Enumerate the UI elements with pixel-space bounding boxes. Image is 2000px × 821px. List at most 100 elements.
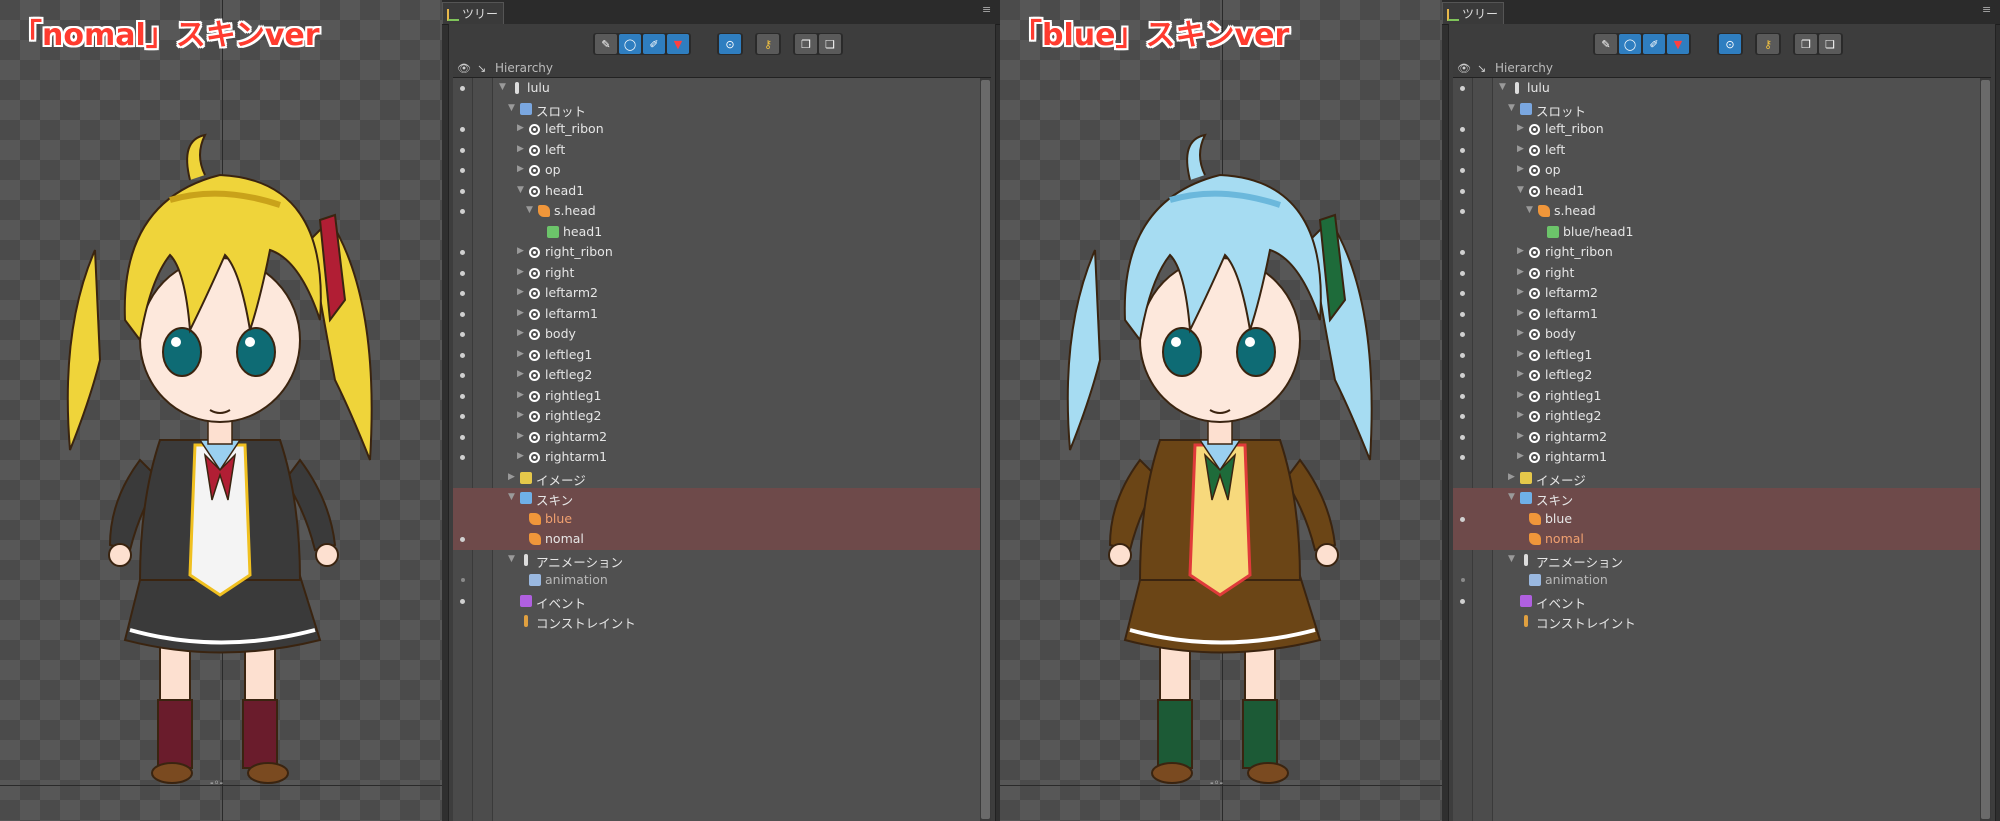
viewport-right[interactable]: -◦- 「blue」スキンver bbox=[1000, 0, 1442, 821]
tree-row[interactable]: ▶ op bbox=[453, 160, 980, 181]
tree-row[interactable]: ▶ body bbox=[453, 324, 980, 345]
visibility-dot[interactable] bbox=[1460, 332, 1465, 337]
tree-body[interactable]: ▼ lulu ▼ スロット ▶ left_ribon ▶ left ▶ op ▼ head1 ▼ s.he… bbox=[453, 78, 991, 821]
expand-arrow-icon[interactable]: ▶ bbox=[1517, 451, 1524, 461]
visibility-dot[interactable] bbox=[460, 373, 465, 378]
target-icon[interactable]: ⊙ bbox=[1719, 34, 1741, 54]
tab-tree[interactable]: ツリー bbox=[1442, 2, 1504, 24]
collapse-arrow-icon[interactable]: ▼ bbox=[508, 492, 515, 502]
expand-arrow-icon[interactable]: ▶ bbox=[517, 267, 524, 277]
tree-row[interactable]: ▶ leftarm1 bbox=[1453, 304, 1980, 325]
tree-row[interactable]: ▶ rightarm1 bbox=[1453, 447, 1980, 468]
pencil-icon[interactable]: ✐ bbox=[643, 34, 665, 54]
tree-body[interactable]: ▼ lulu ▼ スロット ▶ left_ribon ▶ left ▶ op ▼ head1 ▼ s.he… bbox=[1453, 78, 1991, 821]
scroll-thumb[interactable] bbox=[1981, 80, 1990, 819]
visibility-dot[interactable] bbox=[460, 270, 465, 276]
paste-icon[interactable]: ❏ bbox=[1819, 34, 1841, 54]
bone-icon[interactable]: ↘ bbox=[1477, 62, 1486, 75]
visibility-dot[interactable] bbox=[460, 537, 465, 542]
menu-icon[interactable]: ≡ bbox=[1982, 4, 1992, 16]
collapse-arrow-icon[interactable]: ▼ bbox=[508, 554, 515, 564]
tree-row[interactable]: コンストレイント bbox=[1453, 611, 1980, 632]
expand-arrow-icon[interactable]: ▶ bbox=[517, 349, 524, 359]
tree-row[interactable]: イベント bbox=[453, 591, 980, 612]
visibility-dot[interactable] bbox=[1460, 311, 1465, 317]
visibility-dot[interactable] bbox=[460, 598, 465, 604]
collapse-arrow-icon[interactable]: ▼ bbox=[499, 82, 506, 92]
copy-icon[interactable]: ❐ bbox=[795, 34, 817, 54]
tree-row[interactable]: nomal bbox=[453, 529, 980, 550]
tree-row[interactable]: ▼ スキン bbox=[1453, 488, 1980, 509]
collapse-arrow-icon[interactable]: ▼ bbox=[526, 205, 533, 215]
visibility-dot[interactable] bbox=[460, 434, 465, 440]
visibility-dot[interactable] bbox=[461, 578, 465, 582]
visibility-dot[interactable] bbox=[1460, 516, 1465, 522]
visibility-dot[interactable] bbox=[1460, 270, 1465, 276]
collapse-arrow-icon[interactable]: ▼ bbox=[508, 103, 515, 113]
visibility-dot[interactable] bbox=[1461, 578, 1465, 582]
visibility-dot[interactable] bbox=[460, 147, 465, 153]
tree-row[interactable]: ▶ leftarm2 bbox=[1453, 283, 1980, 304]
visibility-dot[interactable] bbox=[460, 250, 465, 255]
visibility-dot[interactable] bbox=[1460, 352, 1465, 358]
expand-arrow-icon[interactable]: ▶ bbox=[517, 246, 524, 256]
tree-row[interactable]: ▶ leftleg2 bbox=[453, 365, 980, 386]
visibility-dot[interactable] bbox=[1460, 127, 1465, 132]
tree-row[interactable]: ▼ s.head bbox=[1453, 201, 1980, 222]
expand-arrow-icon[interactable]: ▶ bbox=[1517, 246, 1524, 256]
visibility-dot[interactable] bbox=[1460, 250, 1465, 255]
viewport-left[interactable]: -◦- 「nomal」スキンver bbox=[0, 0, 442, 821]
tree-row[interactable]: ▶ rightleg1 bbox=[453, 386, 980, 407]
tree-row[interactable]: ▶ rightleg2 bbox=[453, 406, 980, 427]
tree-row[interactable]: ▼ head1 bbox=[1453, 181, 1980, 202]
expand-arrow-icon[interactable]: ▶ bbox=[1517, 410, 1524, 420]
tree-row[interactable]: ▶ body bbox=[1453, 324, 1980, 345]
tree-row[interactable]: ▶ rightarm1 bbox=[453, 447, 980, 468]
tree-row[interactable]: ▶ leftleg2 bbox=[1453, 365, 1980, 386]
scrollbar[interactable] bbox=[1980, 78, 1991, 821]
visibility-dot[interactable] bbox=[1460, 373, 1465, 378]
tree-row[interactable]: ▶ leftleg1 bbox=[453, 345, 980, 366]
target-icon[interactable]: ⊙ bbox=[719, 34, 741, 54]
expand-arrow-icon[interactable]: ▶ bbox=[517, 164, 524, 174]
tree-row[interactable]: ▼ スロット bbox=[1453, 99, 1980, 120]
visibility-dot[interactable] bbox=[1460, 291, 1465, 296]
eye-icon[interactable]: 👁 bbox=[1457, 62, 1471, 75]
expand-arrow-icon[interactable]: ▶ bbox=[1517, 431, 1524, 441]
bone-icon[interactable]: ↘ bbox=[477, 62, 486, 75]
tree-row[interactable]: イベント bbox=[1453, 591, 1980, 612]
visibility-dot[interactable] bbox=[1460, 455, 1465, 460]
collapse-arrow-icon[interactable]: ▼ bbox=[1508, 492, 1515, 502]
filter-icon[interactable]: ▼ bbox=[667, 34, 689, 54]
visibility-dot[interactable] bbox=[1460, 147, 1465, 153]
visibility-dot[interactable] bbox=[460, 168, 465, 173]
tree-row[interactable]: ▶ イメージ bbox=[1453, 468, 1980, 489]
expand-arrow-icon[interactable]: ▶ bbox=[517, 390, 524, 400]
visibility-dot[interactable] bbox=[460, 127, 465, 132]
visibility-dot[interactable] bbox=[460, 188, 465, 194]
visibility-dot[interactable] bbox=[460, 311, 465, 317]
expand-arrow-icon[interactable]: ▶ bbox=[1517, 287, 1524, 297]
expand-arrow-icon[interactable]: ▶ bbox=[1517, 349, 1524, 359]
tree-row[interactable]: ▶ rightleg2 bbox=[1453, 406, 1980, 427]
visibility-dot[interactable] bbox=[460, 332, 465, 337]
expand-arrow-icon[interactable]: ▶ bbox=[517, 431, 524, 441]
tree-row[interactable]: ▼ スロット bbox=[453, 99, 980, 120]
tree-row[interactable]: ▶ leftarm1 bbox=[453, 304, 980, 325]
tree-row[interactable]: blue bbox=[1453, 508, 1980, 529]
tree-row[interactable]: ▶ right bbox=[1453, 263, 1980, 284]
collapse-arrow-icon[interactable]: ▼ bbox=[1517, 185, 1524, 195]
collapse-arrow-icon[interactable]: ▼ bbox=[1508, 554, 1515, 564]
expand-arrow-icon[interactable]: ▶ bbox=[508, 472, 515, 482]
visibility-dot[interactable] bbox=[460, 86, 465, 91]
visibility-dot[interactable] bbox=[460, 352, 465, 358]
pen-icon[interactable]: ✎ bbox=[1595, 34, 1617, 54]
circle-icon[interactable]: ◯ bbox=[1619, 34, 1641, 54]
visibility-dot[interactable] bbox=[1460, 168, 1465, 173]
expand-arrow-icon[interactable]: ▶ bbox=[1517, 164, 1524, 174]
expand-arrow-icon[interactable]: ▶ bbox=[517, 410, 524, 420]
tree-row[interactable]: ▶ right_ribon bbox=[453, 242, 980, 263]
tree-row[interactable]: ▶ right_ribon bbox=[1453, 242, 1980, 263]
tree-row[interactable]: head1 bbox=[453, 222, 980, 243]
tree-row[interactable]: ▶ op bbox=[1453, 160, 1980, 181]
